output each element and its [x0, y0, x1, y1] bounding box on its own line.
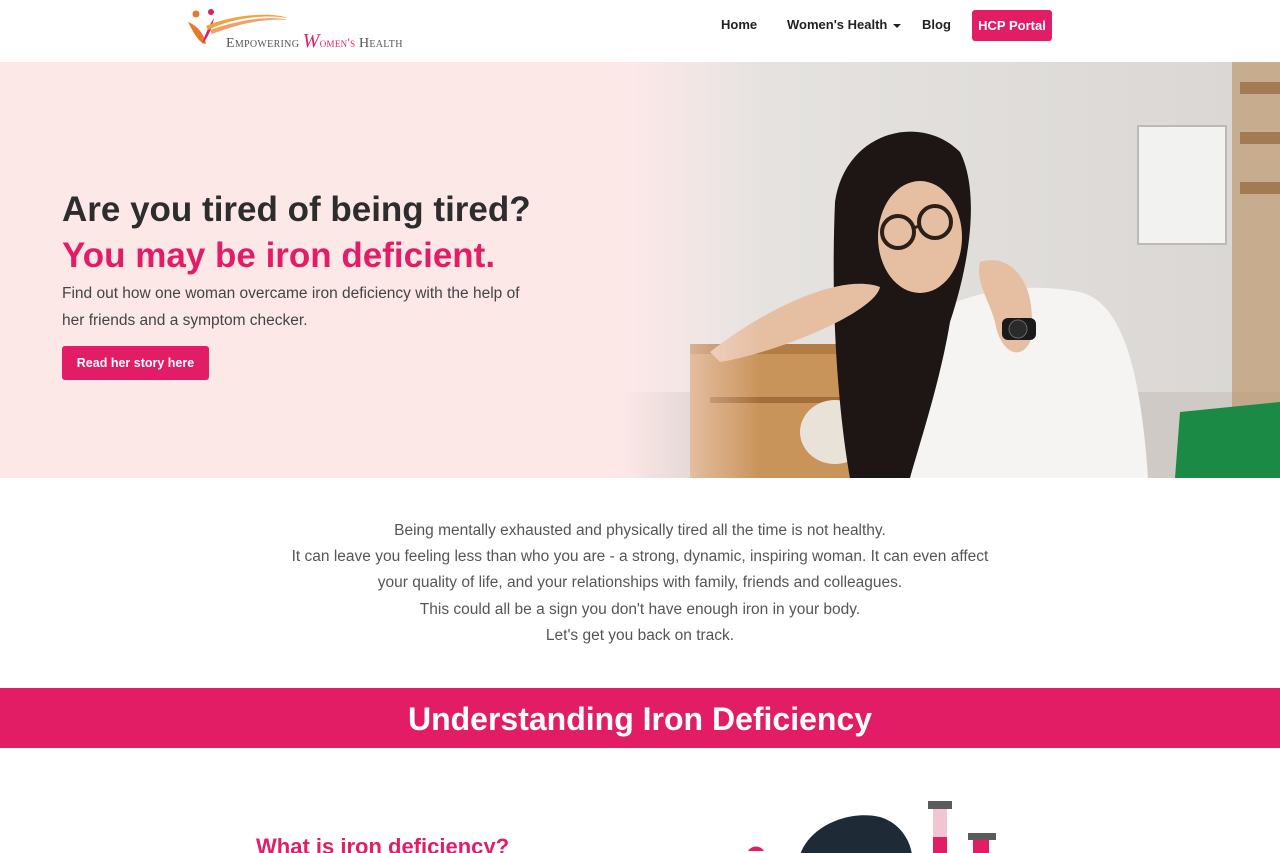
intro-line: It can leave you feeling less than who y…	[291, 548, 989, 592]
logo-wordmark: Empowering Women's Health	[226, 30, 403, 53]
site-header: Empowering Women's Health Home Women's H…	[0, 0, 1280, 62]
logo-word-health: Health	[358, 36, 403, 51]
hero-description: Find out how one woman overcame iron def…	[62, 285, 520, 329]
logo-word-omens: omen's	[319, 35, 356, 50]
logo-word-empowering: Empowering	[226, 36, 300, 51]
intro-line: Being mentally exhausted and physically …	[394, 522, 886, 539]
logo-word-w: W	[302, 30, 320, 52]
hcp-portal-button[interactable]: HCP Portal	[972, 10, 1052, 41]
nav-womens-health[interactable]: Women's Health	[787, 17, 902, 32]
hero-subheading: You may be iron deficient.	[62, 236, 496, 275]
illustration-woman-icon	[748, 801, 996, 853]
read-story-button[interactable]: Read her story here	[62, 346, 209, 380]
hero-section: Are you tired of being tired? You may be…	[0, 62, 1280, 478]
nav-womens-health-label: Women's Health	[787, 17, 888, 32]
section-band: Understanding Iron Deficiency	[0, 688, 1280, 748]
intro-text: Being mentally exhausted and physically …	[290, 518, 990, 649]
hero-heading: Are you tired of being tired?	[62, 190, 531, 229]
band-title: Understanding Iron Deficiency	[407, 701, 873, 737]
nav-blog[interactable]: Blog	[922, 17, 951, 32]
intro-line: Let's get you back on track.	[545, 626, 735, 644]
section-heading: What is iron deficiency?	[256, 834, 510, 853]
intro-line: This could all be a sign you don't have …	[419, 600, 861, 618]
hero-photo-fade	[620, 62, 760, 478]
chevron-down-icon	[893, 23, 902, 28]
nav-home[interactable]: Home	[721, 17, 757, 32]
